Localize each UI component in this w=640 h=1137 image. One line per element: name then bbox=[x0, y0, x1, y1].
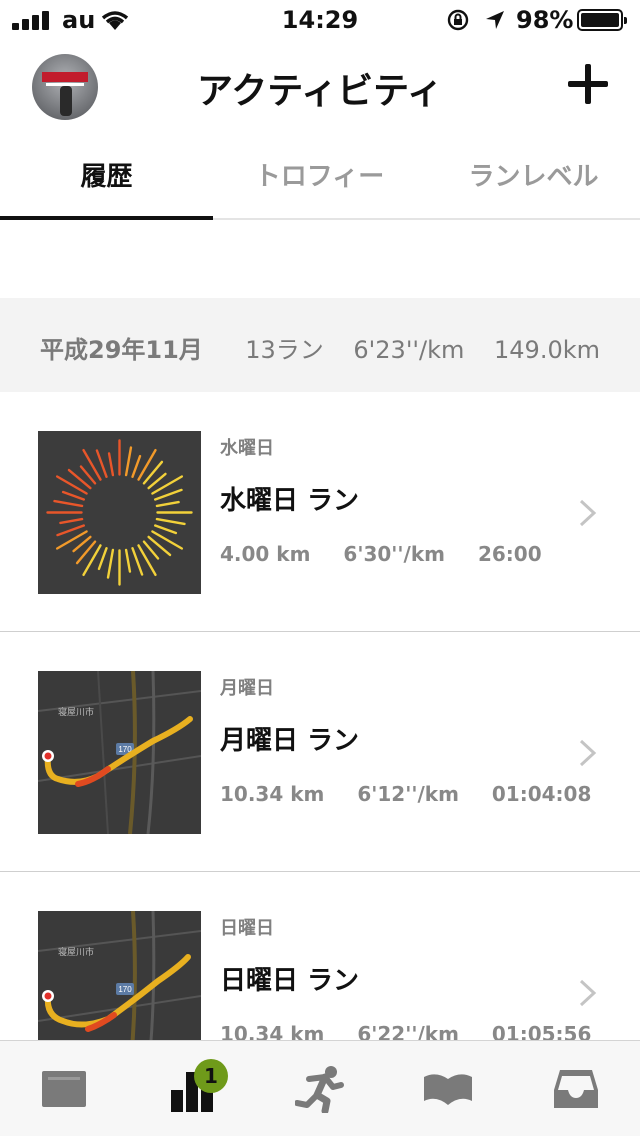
guides-icon bbox=[424, 1074, 472, 1105]
activity-day: 日曜日 bbox=[220, 918, 274, 939]
page-title: アクティビティ bbox=[197, 71, 443, 112]
activity-distance: 4.00 km bbox=[220, 542, 311, 566]
activity-distance: 10.34 km bbox=[220, 782, 325, 806]
activity-metrics: 10.34 km 6'12''/km 01:04:08 bbox=[220, 782, 617, 806]
map-route-number: 170 bbox=[118, 985, 132, 994]
activity-name: 月曜日 ラン bbox=[220, 726, 360, 756]
sunburst-icon bbox=[38, 431, 201, 594]
chevron-right-icon bbox=[579, 979, 597, 1007]
tab-inbox[interactable] bbox=[512, 1041, 640, 1137]
rotation-lock-icon bbox=[447, 9, 469, 31]
chevron-right-icon bbox=[579, 499, 597, 527]
month-summary: 平成29年11月 13ラン 6'23''/km 149.0km bbox=[0, 298, 640, 392]
run-icon bbox=[295, 1066, 344, 1113]
summary-stats: 13ラン 6'23''/km 149.0km bbox=[223, 330, 600, 365]
inbox-icon bbox=[554, 1070, 598, 1108]
activity-name: 日曜日 ラン bbox=[220, 966, 360, 996]
plus-icon[interactable] bbox=[568, 64, 608, 104]
segmented-tabs: 履歴 トロフィー ランレベル bbox=[0, 130, 640, 220]
notification-badge: 1 bbox=[194, 1059, 228, 1093]
header: アクティビティ bbox=[0, 40, 640, 130]
activity-list: 水曜日 水曜日 ラン 4.00 km 6'30''/km 26:00 170 寝… bbox=[0, 392, 640, 1112]
bottom-tab-bar: 1 bbox=[0, 1040, 640, 1136]
activity-duration: 01:04:08 bbox=[491, 782, 592, 806]
tab-feed[interactable] bbox=[0, 1041, 128, 1137]
map-city-label: 寝屋川市 bbox=[58, 706, 94, 718]
tab-guides[interactable] bbox=[384, 1041, 512, 1137]
activity-row[interactable]: 170 寝屋川市 月曜日 月曜日 ラン 10.34 km 6'12''/km 0… bbox=[0, 632, 640, 872]
summary-pace: 6'23''/km bbox=[353, 336, 465, 364]
activity-day: 水曜日 bbox=[220, 438, 274, 459]
feed-icon bbox=[42, 1071, 86, 1107]
summary-runs: 13ラン bbox=[245, 336, 324, 364]
map-city-label: 寝屋川市 bbox=[58, 946, 94, 958]
summary-distance: 149.0km bbox=[494, 336, 600, 364]
activity-row[interactable]: 水曜日 水曜日 ラン 4.00 km 6'30''/km 26:00 bbox=[0, 392, 640, 632]
activity-metrics: 4.00 km 6'30''/km 26:00 bbox=[220, 542, 568, 566]
tab-run[interactable] bbox=[256, 1041, 384, 1137]
tab-history[interactable]: 履歴 bbox=[0, 130, 213, 220]
activity-name: 水曜日 ラン bbox=[220, 486, 360, 516]
tab-trophies[interactable]: トロフィー bbox=[213, 130, 426, 218]
status-bar: au 14:29 98% bbox=[0, 0, 640, 40]
route-map: 170 寝屋川市 bbox=[38, 671, 201, 834]
tab-run-level[interactable]: ランレベル bbox=[427, 130, 640, 218]
summary-month: 平成29年11月 bbox=[40, 336, 203, 364]
battery-percent: 98% bbox=[516, 6, 574, 34]
location-arrow-icon bbox=[486, 11, 504, 29]
tab-activity[interactable]: 1 bbox=[128, 1041, 256, 1137]
activity-duration: 26:00 bbox=[477, 542, 542, 566]
activity-pace: 6'30''/km bbox=[343, 542, 445, 566]
chevron-right-icon bbox=[579, 739, 597, 767]
activity-pace: 6'12''/km bbox=[357, 782, 459, 806]
battery-icon bbox=[577, 9, 627, 31]
activity-day: 月曜日 bbox=[220, 678, 274, 699]
